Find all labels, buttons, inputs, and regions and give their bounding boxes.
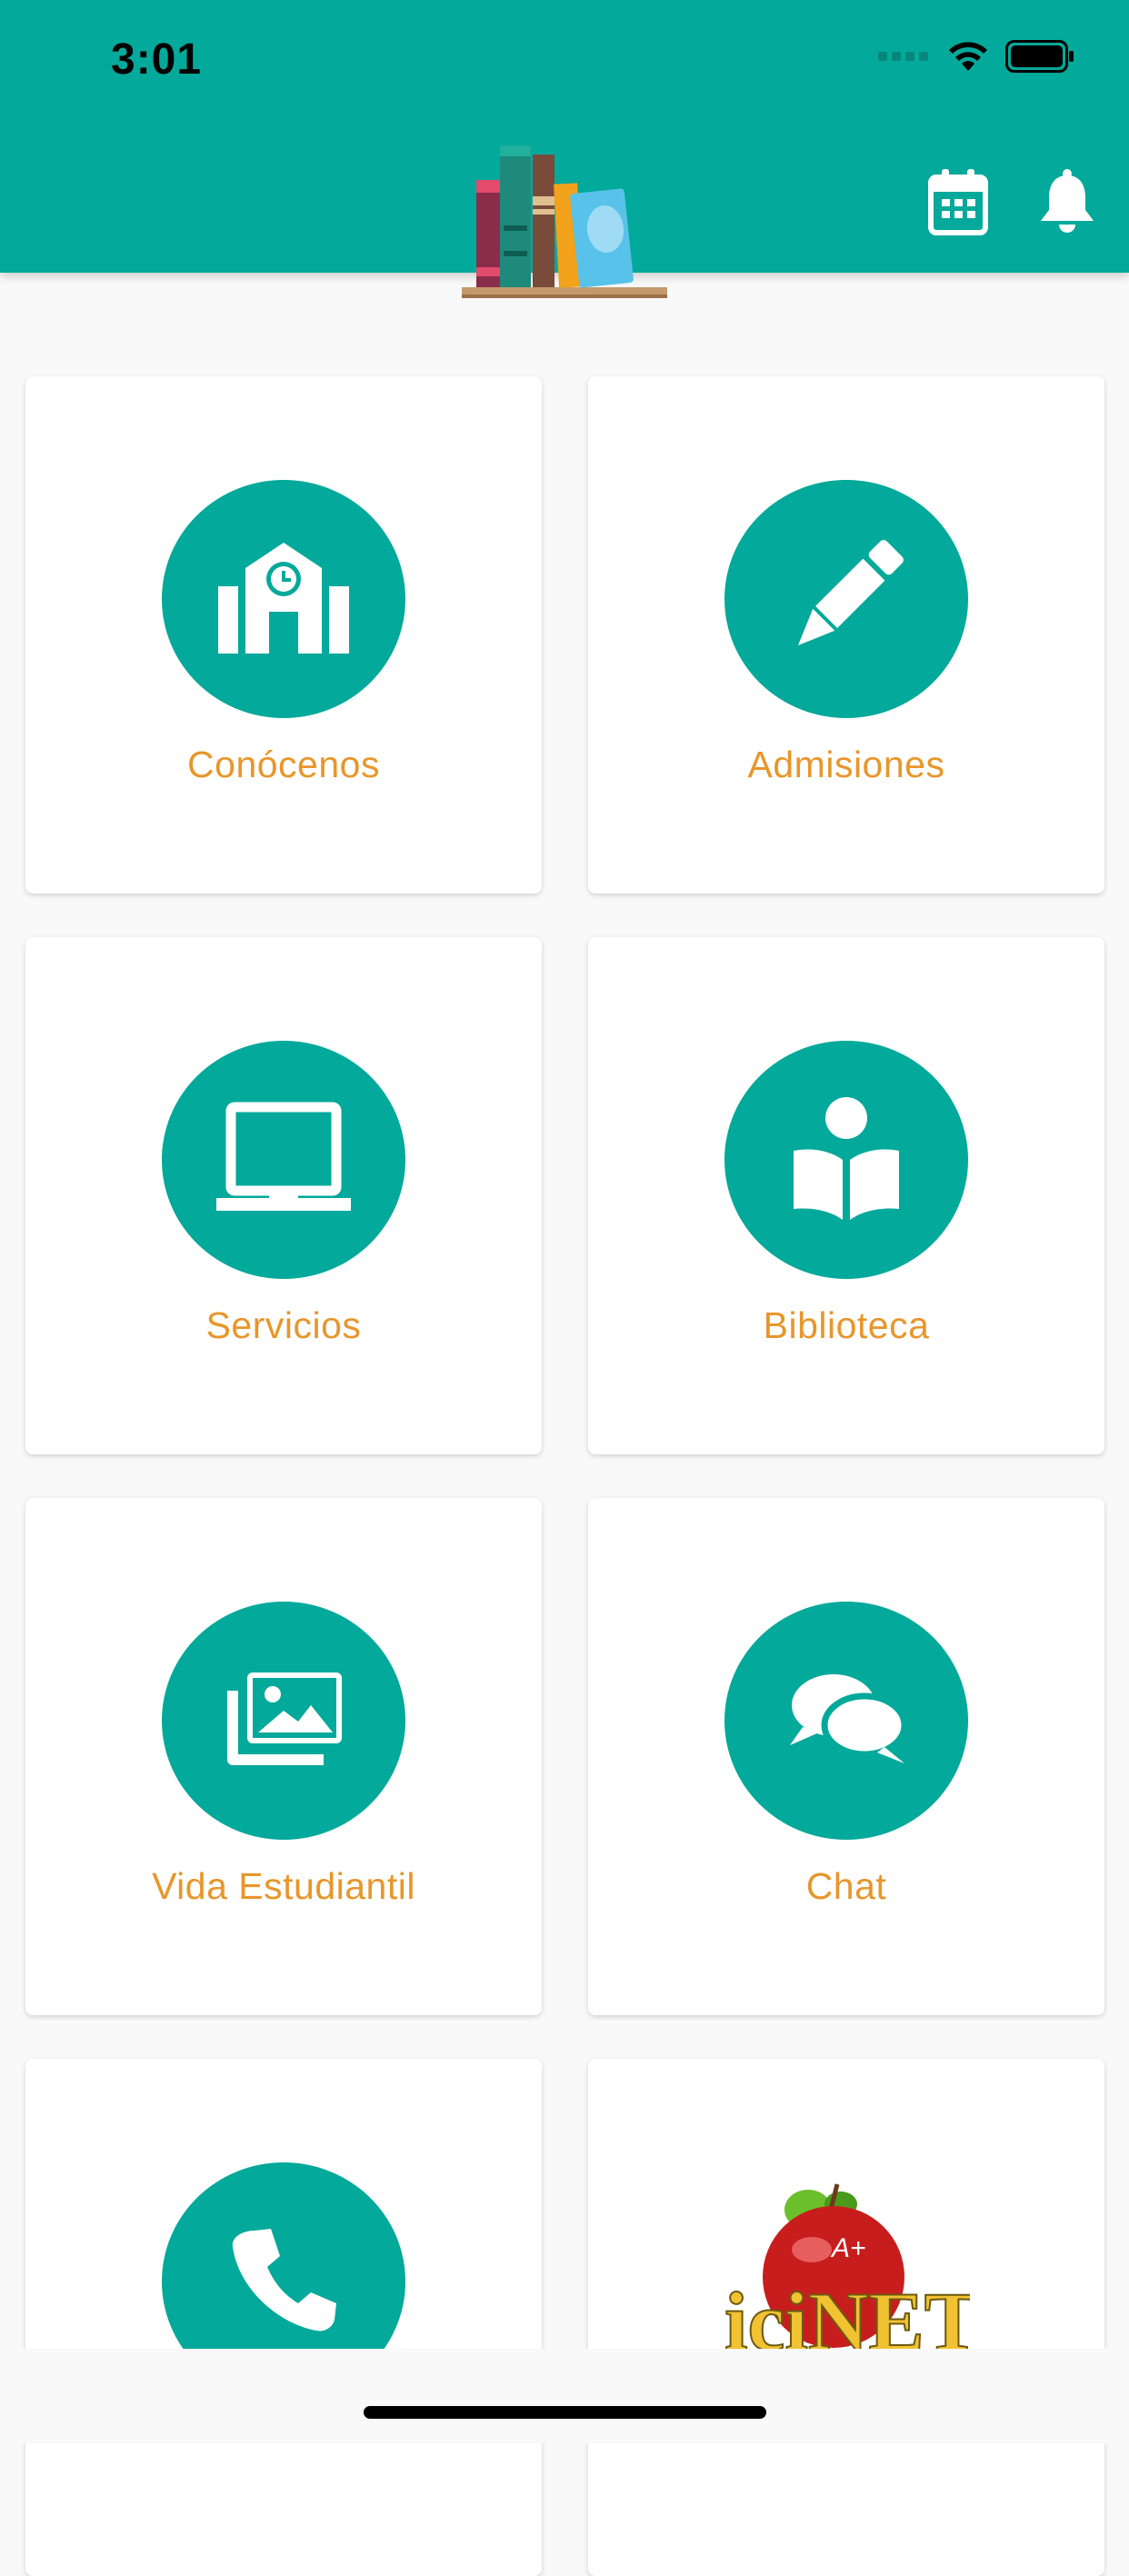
icon-circle	[162, 480, 405, 718]
menu-card-label: Admisiones	[747, 744, 945, 785]
bell-icon	[1037, 168, 1097, 240]
menu-card-icinet[interactable]: A+ iciNET	[588, 2059, 1104, 2576]
menu-card-servicios[interactable]: Servicios	[25, 937, 542, 1454]
logo-badge-text: A+	[830, 2233, 866, 2263]
reader-icon	[790, 1096, 903, 1224]
menu-card-label: Vida Estudiantil	[152, 1865, 415, 1907]
icon-circle	[724, 1602, 968, 1840]
status-icons	[878, 40, 1074, 77]
phone-icon	[227, 2223, 340, 2341]
notifications-button[interactable]	[1033, 168, 1102, 240]
photos-icon	[220, 1669, 347, 1773]
icon-circle	[724, 1041, 968, 1279]
menu-card-label: Biblioteca	[763, 1304, 930, 1346]
icon-circle	[724, 480, 968, 718]
menu-card-admisiones[interactable]: Admisiones	[588, 376, 1104, 894]
signal-icon	[878, 50, 931, 67]
laptop-icon	[215, 1102, 353, 1219]
menu-card-label: Conócenos	[187, 744, 380, 785]
calendar-button[interactable]	[924, 168, 993, 240]
icon-circle	[162, 1602, 405, 1840]
status-time: 3:01	[111, 35, 203, 84]
wifi-icon	[947, 40, 989, 77]
menu-card-chat[interactable]: Chat	[588, 1498, 1104, 2015]
menu-card-vida-estudiantil[interactable]: Vida Estudiantil	[25, 1498, 542, 2015]
menu-card-phone[interactable]	[25, 2059, 542, 2576]
menu-grid: Conócenos Admisiones Servicios Bibliotec…	[25, 376, 1104, 2576]
battery-icon	[1005, 40, 1074, 77]
bottom-safe-area	[0, 2349, 1129, 2443]
menu-card-label: Chat	[805, 1865, 887, 1907]
calendar-icon	[928, 168, 988, 240]
logo-brand-text: iciNET	[724, 2275, 970, 2359]
school-icon	[215, 541, 353, 658]
pencil-icon	[787, 538, 905, 661]
home-indicator[interactable]	[364, 2406, 766, 2419]
bookshelf-logo	[460, 144, 669, 307]
icinet-logo: A+ iciNET	[724, 2177, 981, 2369]
icon-circle	[162, 1041, 405, 1279]
menu-card-conocenos[interactable]: Conócenos	[25, 376, 542, 894]
menu-card-biblioteca[interactable]: Biblioteca	[588, 937, 1104, 1454]
menu-card-label: Servicios	[205, 1304, 362, 1346]
header-actions	[924, 168, 1102, 240]
chat-bubbles-icon	[783, 1669, 910, 1773]
